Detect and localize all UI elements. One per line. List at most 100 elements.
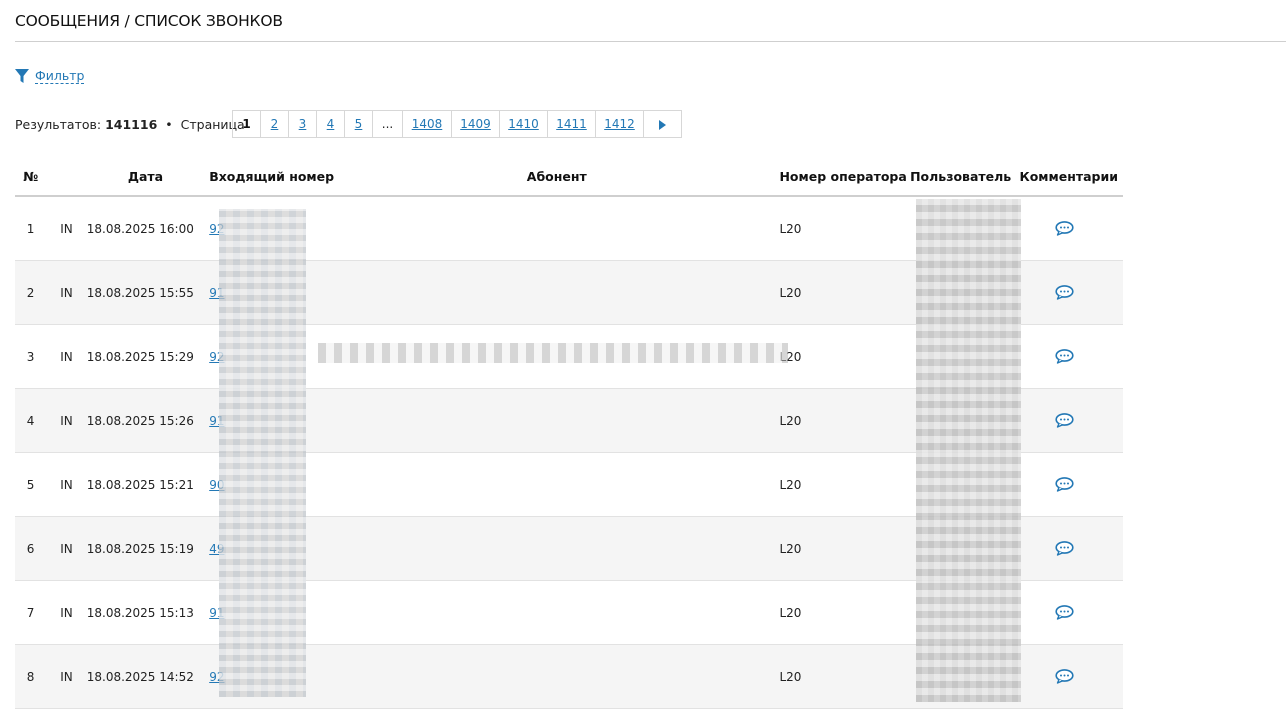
row-num: 1 (15, 196, 47, 261)
row-subscriber (334, 644, 780, 709)
row-user (906, 196, 1015, 261)
row-user (906, 260, 1015, 325)
row-subscriber (334, 516, 780, 581)
row-num: 2 (15, 260, 47, 325)
row-operator: L20 (779, 516, 907, 581)
row-phone-link[interactable]: 91 (209, 286, 224, 300)
page-5[interactable]: 5 (345, 111, 373, 137)
row-num: 5 (15, 452, 47, 517)
row-operator: L20 (779, 260, 907, 325)
results-separator: • (165, 116, 173, 132)
filter-toggle[interactable]: Фильтр (15, 68, 85, 84)
page-title: СООБЩЕНИЯ / СПИСОК ЗВОНКОВ (15, 12, 283, 30)
row-comments (1014, 324, 1123, 389)
comment-icon[interactable] (1055, 413, 1074, 428)
results-summary: Результатов: 141116 • Страница (15, 110, 245, 138)
col-incoming-number[interactable]: Входящий номер (204, 158, 335, 197)
page-ellipsis: ... (373, 111, 403, 137)
row-date: 18.08.2025 15:21 (86, 452, 205, 517)
page-4[interactable]: 4 (317, 111, 345, 137)
row-user (906, 644, 1015, 709)
row-subscriber (334, 260, 780, 325)
row-subscriber (334, 580, 780, 645)
row-date: 18.08.2025 15:19 (86, 516, 205, 581)
col-subscriber[interactable]: Абонент (334, 158, 780, 197)
row-direction: IN (46, 644, 87, 709)
row-num: 4 (15, 388, 47, 453)
row-phone-cell: 90 (204, 452, 335, 517)
calls-table: № Дата Входящий номер Абонент Номер опер… (15, 158, 1123, 709)
row-subscriber (334, 196, 780, 261)
comment-icon[interactable] (1055, 605, 1074, 620)
page-1412[interactable]: 1412 (596, 111, 644, 137)
comment-icon[interactable] (1055, 221, 1074, 236)
row-comments (1014, 580, 1123, 645)
row-direction: IN (46, 516, 87, 581)
col-operator-number[interactable]: Номер оператора (779, 158, 907, 197)
row-comments (1014, 388, 1123, 453)
pagination: 1 2 3 4 5 ... 1408 1409 1410 1411 1412 (232, 110, 682, 138)
page-2[interactable]: 2 (261, 111, 289, 137)
comment-icon[interactable] (1055, 669, 1074, 684)
col-direction (46, 158, 87, 197)
row-direction: IN (46, 580, 87, 645)
table-row: 7 IN 18.08.2025 15:13 91 L20 (15, 580, 1123, 645)
row-phone-link[interactable]: 90 (209, 478, 224, 492)
table-header-row: № Дата Входящий номер Абонент Номер опер… (15, 158, 1123, 197)
comment-icon[interactable] (1055, 541, 1074, 556)
row-date: 18.08.2025 16:00 (86, 196, 205, 261)
table-row: 4 IN 18.08.2025 15:26 91 L20 (15, 388, 1123, 453)
row-date: 18.08.2025 15:13 (86, 580, 205, 645)
row-phone-cell: 91 (204, 260, 335, 325)
row-user (906, 580, 1015, 645)
row-subscriber (334, 388, 780, 453)
row-date: 18.08.2025 15:55 (86, 260, 205, 325)
row-phone-cell: 92 (204, 324, 335, 389)
results-count: 141116 (105, 116, 158, 132)
col-user[interactable]: Пользователь (906, 158, 1015, 197)
page-1409[interactable]: 1409 (452, 111, 500, 137)
col-comments: Комментарии (1014, 158, 1123, 197)
row-phone-link[interactable]: 92 (209, 670, 224, 684)
row-user (906, 324, 1015, 389)
row-num: 8 (15, 644, 47, 709)
row-phone-link[interactable]: 91 (209, 606, 224, 620)
row-subscriber (334, 324, 780, 389)
page-1: 1 (233, 111, 261, 137)
row-comments (1014, 644, 1123, 709)
comment-icon[interactable] (1055, 477, 1074, 492)
row-user (906, 516, 1015, 581)
col-date[interactable]: Дата (86, 158, 205, 197)
row-operator: L20 (779, 324, 907, 389)
row-operator: L20 (779, 196, 907, 261)
table-row: 1 IN 18.08.2025 16:00 92 L20 (15, 196, 1123, 261)
row-comments (1014, 196, 1123, 261)
page-1411[interactable]: 1411 (548, 111, 596, 137)
row-direction: IN (46, 452, 87, 517)
next-arrow-icon (659, 119, 666, 130)
next-page-button[interactable] (644, 111, 681, 137)
row-phone-link[interactable]: 49 (209, 542, 224, 556)
row-direction: IN (46, 196, 87, 261)
page-1408[interactable]: 1408 (403, 111, 452, 137)
row-direction: IN (46, 388, 87, 453)
table-row: 6 IN 18.08.2025 15:19 49 L20 (15, 516, 1123, 581)
page-1410[interactable]: 1410 (500, 111, 548, 137)
filter-icon (15, 69, 29, 83)
row-comments (1014, 452, 1123, 517)
row-phone-link[interactable]: 91 (209, 414, 224, 428)
row-phone-link[interactable]: 92 (209, 222, 224, 236)
row-phone-cell: 49 (204, 516, 335, 581)
filter-link[interactable]: Фильтр (35, 68, 85, 84)
title-divider (15, 41, 1286, 42)
comment-icon[interactable] (1055, 349, 1074, 364)
row-operator: L20 (779, 452, 907, 517)
row-direction: IN (46, 260, 87, 325)
row-phone-link[interactable]: 92 (209, 350, 224, 364)
comment-icon[interactable] (1055, 285, 1074, 300)
row-date: 18.08.2025 15:26 (86, 388, 205, 453)
col-num[interactable]: № (15, 158, 47, 197)
row-phone-cell: 91 (204, 388, 335, 453)
table-row: 2 IN 18.08.2025 15:55 91 L20 (15, 260, 1123, 325)
page-3[interactable]: 3 (289, 111, 317, 137)
